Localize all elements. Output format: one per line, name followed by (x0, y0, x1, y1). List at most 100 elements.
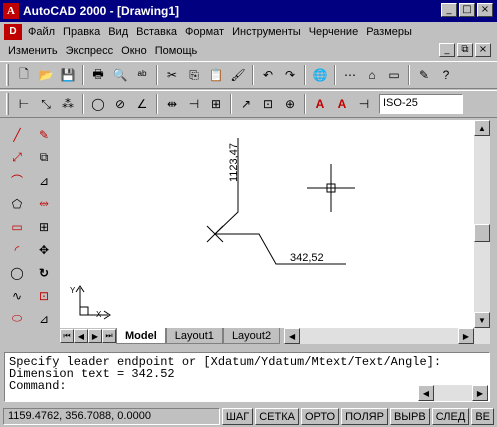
mirror-icon[interactable]: ⊿ (33, 170, 55, 191)
baseline-dim-icon[interactable]: ⊣ (183, 93, 205, 115)
dim-text-edit-icon[interactable]: A (331, 93, 353, 115)
dim-edit-icon[interactable]: A (309, 93, 331, 115)
continue-dim-icon[interactable]: ⊞ (205, 93, 227, 115)
new-icon[interactable]: 🗋 (13, 64, 35, 86)
first-tab-icon[interactable]: ⏮ (60, 329, 74, 343)
line-icon[interactable]: ╱ (6, 124, 28, 145)
save-icon[interactable]: 💾 (57, 64, 79, 86)
menu-dimension[interactable]: Размеры (362, 26, 416, 38)
prev-tab-icon[interactable]: ◀ (74, 329, 88, 343)
menu-view[interactable]: Вид (104, 26, 132, 38)
quick-dim-icon[interactable]: ⇹ (161, 93, 183, 115)
menu-tools[interactable]: Инструменты (228, 26, 305, 38)
next-tab-icon[interactable]: ▶ (88, 329, 102, 343)
menu-express[interactable]: Экспресс (62, 45, 118, 57)
tab-model[interactable]: Model (116, 328, 166, 344)
snap-toggle[interactable]: ШАГ (221, 408, 254, 425)
menu-edit[interactable]: Правка (59, 26, 104, 38)
stretch-icon[interactable]: ⊿ (33, 308, 55, 329)
dimstyle-select[interactable]: ISO-25 (379, 94, 463, 114)
menu-format[interactable]: Формат (181, 26, 228, 38)
menu-help[interactable]: Помощь (151, 45, 202, 57)
open-icon[interactable]: 📂 (35, 64, 57, 86)
spellcheck-icon[interactable]: ᵃᵇ (131, 64, 153, 86)
osnap-toggle[interactable]: ВЫРВ (389, 408, 430, 425)
layer-icon[interactable]: ▭ (383, 64, 405, 86)
redo-icon[interactable]: ↷ (279, 64, 301, 86)
menu-modify[interactable]: Изменить (0, 45, 62, 57)
print-icon[interactable]: 🖶 (87, 64, 109, 86)
diameter-dim-icon[interactable]: ⊘ (109, 93, 131, 115)
array-icon[interactable]: ⊞ (33, 216, 55, 237)
help-icon[interactable]: ? (435, 64, 457, 86)
aligned-dim-icon[interactable]: ⤡ (35, 93, 57, 115)
tab-layout1[interactable]: Layout1 (165, 328, 223, 344)
erase-icon[interactable]: ✎ (33, 124, 55, 145)
maximize-button[interactable]: □ (459, 3, 475, 17)
ordinate-x-leader[interactable] (215, 233, 346, 265)
doc-minimize-button[interactable]: _ (439, 43, 455, 57)
angular-dim-icon[interactable]: ∠ (131, 93, 153, 115)
dim-update-icon[interactable]: ⊣ (353, 93, 375, 115)
cmd-scroll-right-icon[interactable]: ▶ (472, 385, 488, 401)
tab-layout2[interactable]: Layout2 (222, 328, 281, 344)
last-tab-icon[interactable]: ⏭ (102, 329, 116, 343)
toolbar-grip[interactable] (6, 64, 9, 86)
scroll-right-arrow-icon[interactable]: ▶ (458, 328, 474, 344)
radius-dim-icon[interactable]: ◯ (87, 93, 109, 115)
drawing-canvas[interactable]: 1123,47 342,52 Y X (60, 120, 474, 328)
menu-insert[interactable]: Вставка (132, 26, 181, 38)
close-button[interactable]: × (477, 3, 493, 17)
doc-restore-button[interactable]: ⧉ (457, 43, 473, 57)
cmd-scroll-left-icon[interactable]: ◀ (418, 385, 434, 401)
coordinate-readout[interactable]: 1159.4762, 356.7088, 0.0000 (3, 408, 220, 425)
rotate-icon[interactable]: ↻ (33, 262, 55, 283)
vertical-scrollbar[interactable]: ▲ ▼ (474, 120, 490, 344)
distance-icon[interactable]: ⋯ (339, 64, 361, 86)
vertical-scroll-thumb[interactable] (474, 224, 490, 242)
construction-line-icon[interactable]: ⤢ (6, 147, 28, 168)
ellipse-icon[interactable]: ⬭ (6, 308, 28, 329)
otrack-toggle[interactable]: СЛЕД (431, 408, 470, 425)
grid-toggle[interactable]: СЕТКА (255, 408, 299, 425)
offset-icon[interactable]: ⥈ (33, 193, 55, 214)
command-prompt[interactable]: Command: (9, 380, 485, 392)
circle-icon[interactable]: ◯ (6, 262, 28, 283)
arc-icon[interactable]: ◜ (6, 239, 28, 260)
command-scrollbar[interactable]: ◀ ▶ (418, 385, 488, 401)
cut-icon[interactable]: ✂ (161, 64, 183, 86)
polyline-icon[interactable]: ⌒ (6, 170, 28, 191)
undo-icon[interactable]: ↶ (257, 64, 279, 86)
ordinate-x-text[interactable]: 342,52 (290, 252, 324, 264)
tolerance-icon[interactable]: ⊡ (257, 93, 279, 115)
copy-object-icon[interactable]: ⧉ (33, 147, 55, 168)
menu-window[interactable]: Окно (117, 45, 151, 57)
polar-toggle[interactable]: ПОЛЯР (341, 408, 388, 425)
paste-icon[interactable]: 📋 (205, 64, 227, 86)
ordinate-dim-icon[interactable]: ⁂ (57, 93, 79, 115)
scroll-down-arrow-icon[interactable]: ▼ (474, 312, 490, 328)
document-icon[interactable]: D (4, 23, 22, 40)
scroll-left-arrow-icon[interactable]: ◀ (284, 328, 301, 344)
scroll-up-arrow-icon[interactable]: ▲ (474, 120, 490, 136)
move-icon[interactable]: ✥ (33, 239, 55, 260)
polygon-icon[interactable]: ⬠ (6, 193, 28, 214)
horizontal-scrollbar[interactable]: ◀ ▶ (284, 328, 474, 344)
rectangle-icon[interactable]: ▭ (6, 216, 28, 237)
ordinate-y-text[interactable]: 1123,47 (228, 143, 240, 182)
preview-icon[interactable]: 🔍 (109, 64, 131, 86)
minimize-button[interactable]: _ (441, 3, 457, 17)
doc-close-button[interactable]: × (475, 43, 491, 57)
match-properties-icon[interactable]: 🖌 (227, 64, 249, 86)
lineweight-toggle[interactable]: BE (471, 408, 494, 425)
autocad-app-icon[interactable]: A (3, 3, 19, 19)
center-mark-icon[interactable]: ⊕ (279, 93, 301, 115)
ortho-toggle[interactable]: ОРТО (300, 408, 340, 425)
linear-dim-icon[interactable]: ⊢ (13, 93, 35, 115)
pencil-icon[interactable]: ✎ (413, 64, 435, 86)
menu-draw[interactable]: Черчение (305, 26, 363, 38)
leader-icon[interactable]: ↗ (235, 93, 257, 115)
toolbar-grip[interactable] (6, 93, 9, 115)
scale-icon[interactable]: ⊡ (33, 285, 55, 306)
globe-icon[interactable]: 🌐 (309, 64, 331, 86)
